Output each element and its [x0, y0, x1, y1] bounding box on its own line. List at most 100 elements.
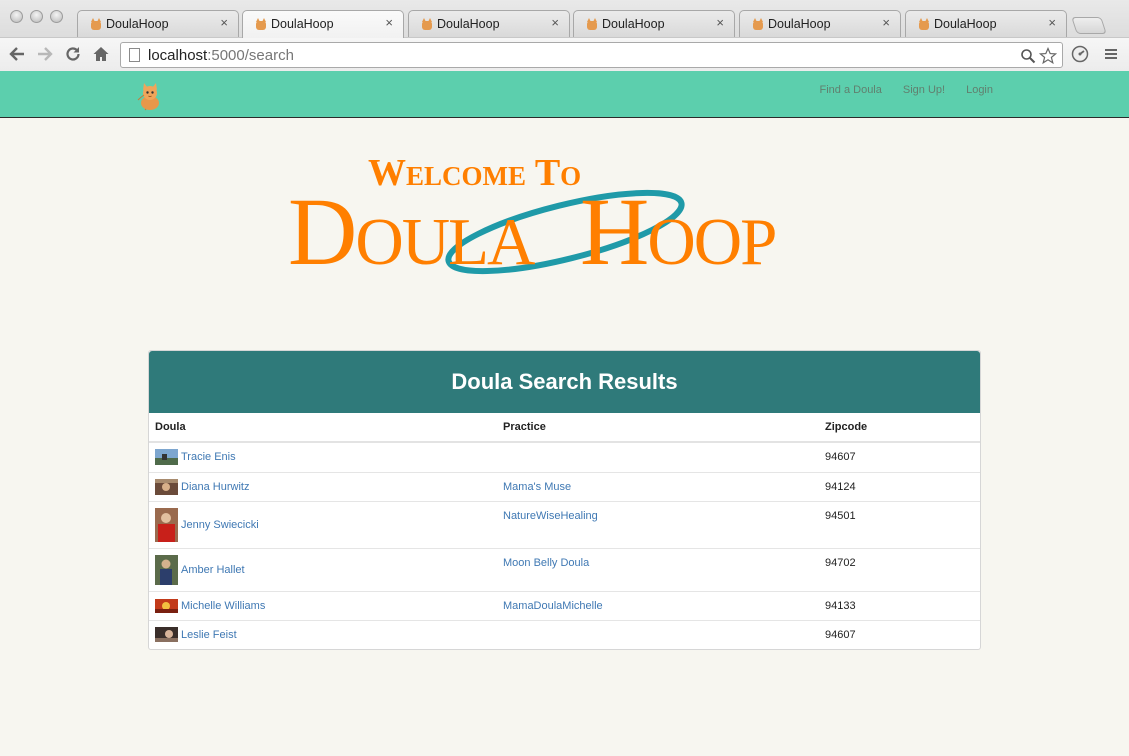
search-zoom-icon[interactable]: [1018, 46, 1038, 66]
practice-link[interactable]: NatureWiseHealing: [503, 510, 598, 522]
column-header-doula: Doula: [149, 413, 497, 443]
tab-close-icon[interactable]: ×: [882, 15, 890, 30]
browser-tab[interactable]: DoulaHoop ×: [77, 10, 239, 37]
extension-button[interactable]: [1069, 43, 1091, 65]
zipcode-cell: 94124: [819, 471, 980, 501]
new-tab-button[interactable]: [1071, 17, 1107, 34]
nav-links: Find a Doula Sign Up! Login: [820, 84, 994, 96]
doula-avatar[interactable]: [155, 449, 178, 466]
table-row: Diana Hurwitz Mama's Muse 94124: [149, 471, 980, 501]
tab-title: DoulaHoop: [271, 17, 334, 31]
practice-cell: MamaDoulaMichelle: [497, 590, 819, 620]
tab-close-icon[interactable]: ×: [551, 15, 559, 30]
practice-link[interactable]: Mama's Muse: [503, 481, 571, 493]
nav-login-link[interactable]: Login: [966, 84, 993, 96]
browser-menu-button[interactable]: [1100, 43, 1122, 65]
practice-cell: Mama's Muse: [497, 471, 819, 501]
practice-cell: [497, 619, 819, 649]
brand-doula-text: Doula: [288, 178, 535, 280]
tab-title: DoulaHoop: [768, 17, 831, 31]
welcome-to-doulahoop-logo: Welcome To Doula Hoop: [288, 152, 777, 280]
browser-tab[interactable]: DoulaHoop ×: [905, 10, 1067, 37]
back-button[interactable]: [6, 43, 28, 65]
doula-cell: Amber Hallet: [149, 547, 497, 591]
practice-cell: Moon Belly Doula: [497, 547, 819, 591]
site-navbar: Find a Doula Sign Up! Login: [0, 71, 1129, 118]
nav-sign-up-link[interactable]: Sign Up!: [903, 84, 945, 96]
doula-avatar[interactable]: [155, 507, 178, 542]
page-icon: [129, 48, 140, 62]
reload-button[interactable]: [62, 43, 84, 65]
tab-close-icon[interactable]: ×: [716, 15, 724, 30]
kitten-favicon-icon: [587, 18, 597, 30]
kitten-favicon-icon: [919, 18, 929, 30]
tab-close-icon[interactable]: ×: [1048, 15, 1056, 30]
practice-link[interactable]: Moon Belly Doula: [503, 557, 589, 569]
nav-find-a-doula-link[interactable]: Find a Doula: [820, 84, 882, 96]
tab-strip: DoulaHoop × DoulaHoop × DoulaHoop × Doul…: [77, 10, 1129, 38]
browser-toolbar: localhost:5000/search: [0, 37, 1129, 71]
practice-link[interactable]: MamaDoulaMichelle: [503, 600, 603, 612]
practice-cell: NatureWiseHealing: [497, 500, 819, 548]
close-window-button[interactable]: [10, 10, 23, 23]
hamburger-menu-icon: [1105, 49, 1117, 59]
table-row: Michelle Williams MamaDoulaMichelle 9413…: [149, 590, 980, 620]
doula-name-link[interactable]: Leslie Feist: [181, 629, 237, 641]
forward-arrow-icon: [38, 47, 53, 61]
zipcode-cell: 94501: [819, 500, 980, 548]
table-row: Jenny Swiecicki NatureWiseHealing 94501: [149, 500, 980, 548]
tab-close-icon[interactable]: ×: [220, 15, 228, 30]
zoom-window-button[interactable]: [50, 10, 63, 23]
home-button[interactable]: [90, 43, 112, 65]
column-header-zipcode: Zipcode: [819, 413, 980, 443]
doula-cell: Tracie Enis: [149, 441, 497, 472]
doula-cell: Michelle Williams: [149, 590, 497, 620]
speed-dial-icon: [1071, 45, 1089, 63]
table-row: Tracie Enis 94607: [149, 441, 980, 472]
browser-tab[interactable]: DoulaHoop ×: [739, 10, 901, 37]
kitten-favicon-icon: [256, 18, 266, 30]
zipcode-cell: 94702: [819, 547, 980, 591]
table-row: Leslie Feist 94607: [149, 619, 980, 649]
doula-avatar[interactable]: [155, 554, 178, 585]
doula-name-link[interactable]: Amber Hallet: [181, 564, 245, 576]
reload-icon: [66, 47, 80, 61]
doula-name-link[interactable]: Jenny Swiecicki: [181, 519, 259, 531]
results-title: Doula Search Results: [451, 369, 678, 394]
tab-title: DoulaHoop: [106, 17, 169, 31]
doula-avatar[interactable]: [155, 598, 178, 613]
zipcode-cell: 94607: [819, 619, 980, 649]
tab-title: DoulaHoop: [437, 17, 500, 31]
table-header-row: Doula Practice Zipcode: [149, 413, 980, 443]
kitten-logo-icon[interactable]: [135, 81, 165, 111]
bookmark-star-icon[interactable]: [1038, 46, 1058, 66]
doula-name-link[interactable]: Tracie Enis: [181, 451, 236, 463]
panel-header: Doula Search Results: [149, 351, 980, 413]
kitten-favicon-icon: [753, 18, 763, 30]
doula-avatar[interactable]: [155, 478, 178, 495]
home-icon: [93, 47, 109, 61]
tab-close-icon[interactable]: ×: [385, 15, 393, 30]
practice-cell: [497, 441, 819, 472]
doula-cell: Leslie Feist: [149, 619, 497, 649]
browser-tab[interactable]: DoulaHoop ×: [573, 10, 735, 37]
tab-title: DoulaHoop: [602, 17, 665, 31]
address-bar[interactable]: localhost:5000/search: [120, 42, 1063, 68]
tab-title: DoulaHoop: [934, 17, 997, 31]
browser-tab-active[interactable]: DoulaHoop ×: [242, 10, 404, 38]
forward-button[interactable]: [34, 43, 56, 65]
back-arrow-icon: [9, 47, 24, 61]
brand-hoop-text: Hoop: [580, 178, 775, 280]
minimize-window-button[interactable]: [30, 10, 43, 23]
doula-avatar[interactable]: [155, 627, 178, 643]
zipcode-cell: 94133: [819, 590, 980, 620]
kitten-favicon-icon: [91, 18, 101, 30]
doula-name-link[interactable]: Diana Hurwitz: [181, 481, 249, 493]
doula-cell: Jenny Swiecicki: [149, 500, 497, 548]
doula-name-link[interactable]: Michelle Williams: [181, 600, 265, 612]
browser-tab[interactable]: DoulaHoop ×: [408, 10, 570, 37]
url-text: localhost:5000/search: [148, 47, 294, 64]
search-results-panel: Doula Search Results Doula Practice Zipc…: [148, 350, 981, 650]
window-controls: [10, 10, 63, 23]
kitten-favicon-icon: [422, 18, 432, 30]
